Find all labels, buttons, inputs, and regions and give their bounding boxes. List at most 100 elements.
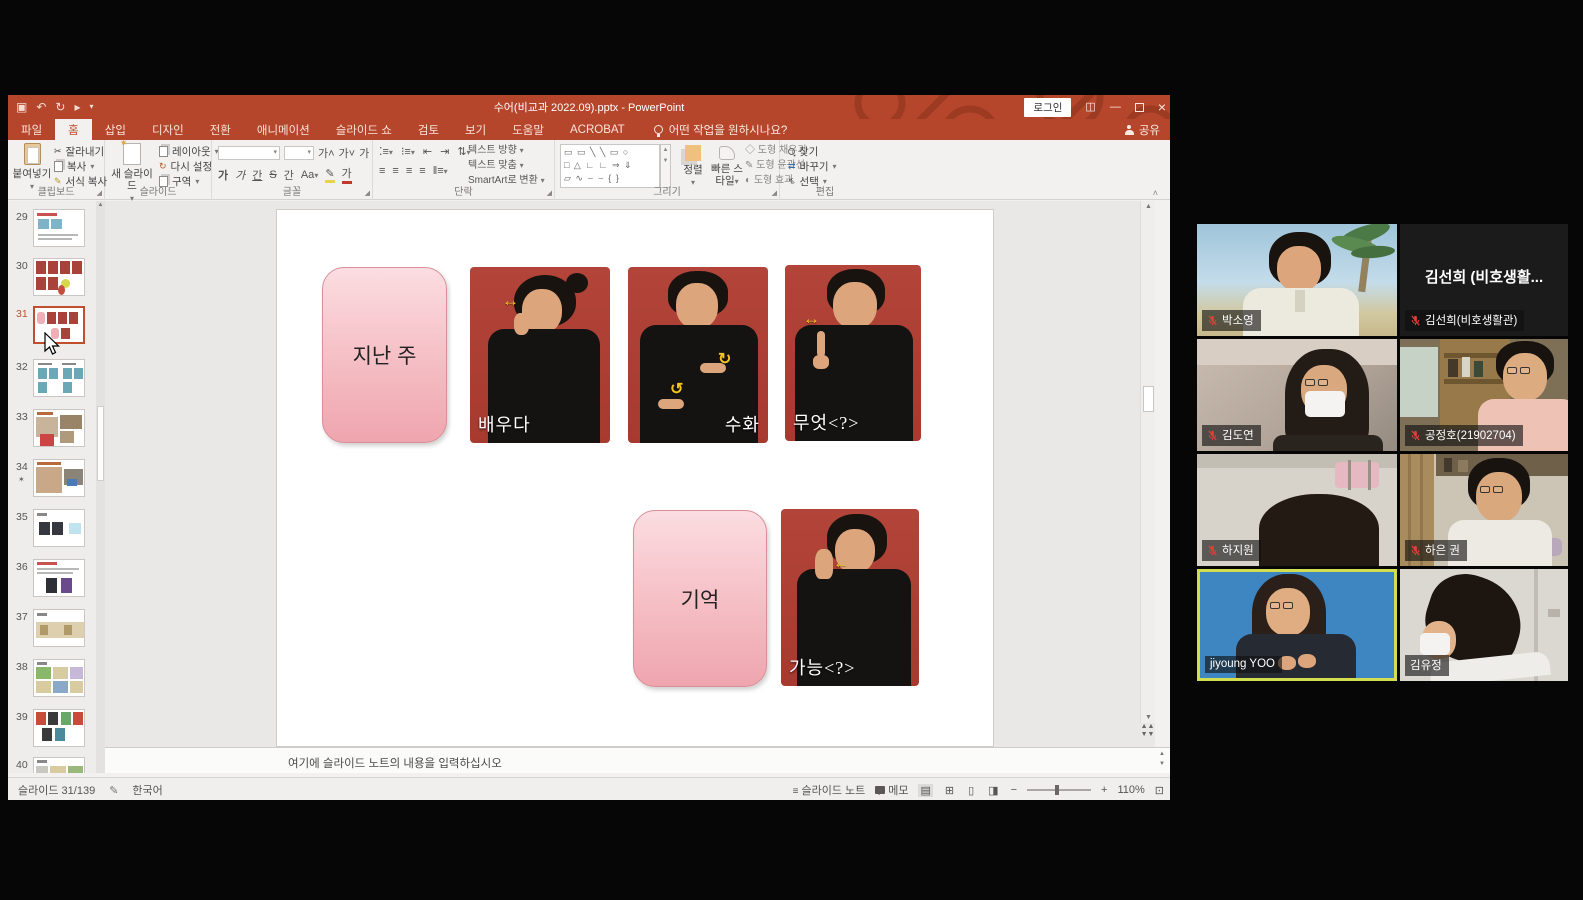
share-button[interactable]: 공유 xyxy=(1125,119,1160,140)
tab-help[interactable]: 도움말 xyxy=(499,119,557,140)
increase-indent-button[interactable]: ⇥ xyxy=(440,145,449,158)
sign-photo-sign-language[interactable]: ↻ ↺ 수화 xyxy=(628,267,768,443)
participant-video-7-active-speaker[interactable]: jiyoung YOO xyxy=(1197,569,1397,681)
participant-video-6[interactable]: 하은 권 xyxy=(1400,454,1568,566)
reset-button[interactable]: ↻다시 설정 xyxy=(159,159,219,174)
tab-slideshow[interactable]: 슬라이드 쇼 xyxy=(323,119,405,140)
fit-to-window-button[interactable]: ⊡ xyxy=(1155,784,1164,797)
motion-arrow-icon: ↔ xyxy=(502,291,519,311)
scroll-up-icon[interactable]: ▲ xyxy=(96,202,105,208)
replace-icon: ⇄ xyxy=(788,161,796,172)
shape-gallery[interactable]: ▭ ▭ ╲ ╲ ▭ ○ □ △ ∟ ∟ ⇒ ⇓ ▱ ∿ ⌣ ⌣ { } xyxy=(560,144,660,188)
replace-button[interactable]: ⇄바꾸기▾ xyxy=(788,159,837,174)
slide-sorter-view-button[interactable]: ⊞ xyxy=(943,784,956,797)
shrink-font-button[interactable]: 가˅ xyxy=(339,145,356,161)
quick-styles-button[interactable]: 빠른 스타일▾ xyxy=(710,143,744,187)
participant-video-8[interactable]: 김유정 xyxy=(1400,569,1568,681)
tab-design[interactable]: 디자인 xyxy=(139,119,197,140)
align-text-button[interactable]: 텍스트 맞춤 ▾ xyxy=(468,158,545,173)
proofing-icon[interactable]: ✎ xyxy=(109,784,118,797)
find-button[interactable]: 찾기 xyxy=(788,144,837,159)
justify-button[interactable]: ≡ xyxy=(419,165,425,177)
tab-review[interactable]: 검토 xyxy=(405,119,452,140)
text-card-last-week[interactable]: 지난 주 xyxy=(322,267,447,443)
prev-next-slide-buttons[interactable]: ▲▲▼▼ xyxy=(1140,723,1155,747)
cut-button[interactable]: ✂잘라내기 xyxy=(54,144,107,159)
font-name-combobox[interactable] xyxy=(218,146,280,160)
layout-button[interactable]: 레이아웃▾ xyxy=(159,144,219,159)
tab-home[interactable]: 홈 xyxy=(55,119,92,140)
zoom-level[interactable]: 110% xyxy=(1117,784,1144,796)
char-spacing-button[interactable]: 간 xyxy=(284,167,294,183)
notes-pane[interactable]: 여기에 슬라이드 노트의 내용을 입력하십시오 ▲▼ xyxy=(105,747,1170,773)
tab-animations[interactable]: 애니메이션 xyxy=(244,119,323,140)
clipboard-dialog-launcher[interactable]: ◢ xyxy=(97,189,102,197)
notes-scroll-buttons[interactable]: ▲▼ xyxy=(1156,750,1168,769)
minimize-button[interactable]: — xyxy=(1110,102,1121,113)
tab-insert[interactable]: 삽입 xyxy=(92,119,139,140)
zoom-in-button[interactable]: + xyxy=(1101,784,1107,796)
scrollbar-thumb[interactable] xyxy=(1143,386,1154,412)
ribbon-display-options-icon[interactable]: ◫ xyxy=(1085,102,1095,113)
participant-video-4[interactable]: 공정호(21902704) xyxy=(1400,339,1568,451)
shadow-button[interactable]: S xyxy=(269,169,276,181)
bullets-button[interactable]: ⁚≡▾ xyxy=(379,145,393,158)
tab-acrobat[interactable]: ACROBAT xyxy=(557,119,638,140)
drawing-dialog-launcher[interactable]: ◢ xyxy=(772,189,777,197)
tab-view[interactable]: 보기 xyxy=(452,119,499,140)
align-right-button[interactable]: ≡ xyxy=(406,165,412,177)
grow-font-button[interactable]: 가˄ xyxy=(318,145,335,161)
columns-button[interactable]: ‖≡▾ xyxy=(433,165,448,177)
sign-photo-learn[interactable]: ↔ 배우다 xyxy=(470,267,610,443)
change-case-button[interactable]: Aa▾ xyxy=(301,169,318,181)
scroll-down-icon[interactable]: ▼ xyxy=(1141,714,1156,721)
font-size-combobox[interactable] xyxy=(284,146,314,160)
scroll-up-icon[interactable]: ▲ xyxy=(1141,203,1156,210)
close-button[interactable]: × xyxy=(1158,100,1166,114)
slide-number: 32 xyxy=(16,361,28,373)
slide-scrollbar[interactable]: ▲ ▼ xyxy=(1140,201,1155,723)
align-left-button[interactable]: ≡ xyxy=(379,165,385,177)
italic-button[interactable]: 가 xyxy=(235,167,245,183)
font-dialog-launcher[interactable]: ◢ xyxy=(365,189,370,197)
clear-format-button[interactable]: 가 xyxy=(359,145,369,161)
notes-toggle-button[interactable]: ≡슬라이드 노트 xyxy=(793,782,866,798)
participant-video-1[interactable]: 박소영 xyxy=(1197,224,1397,336)
scrollbar-thumb[interactable] xyxy=(97,406,104,481)
tell-me-box[interactable]: 어떤 작업을 원하시나요? xyxy=(654,119,788,140)
comments-toggle-button[interactable]: 메모 xyxy=(875,782,908,798)
login-button[interactable]: 로그인 xyxy=(1024,98,1071,117)
thumbnail-preview xyxy=(33,258,85,296)
thumbnail-scrollbar[interactable]: ▲ xyxy=(96,201,105,773)
slide-number: 29 xyxy=(16,211,28,223)
normal-view-button[interactable]: ▤ xyxy=(918,784,932,797)
participant-video-3[interactable]: 김도연 xyxy=(1197,339,1397,451)
sign-photo-what[interactable]: ↔ 무엇<?> xyxy=(785,265,921,441)
text-card-memory[interactable]: 기억 xyxy=(633,510,767,687)
participant-video-5[interactable]: 하지원 xyxy=(1197,454,1397,566)
highlight-color-button[interactable]: ✎ xyxy=(325,167,334,183)
shape-gallery-scroll[interactable]: ▲▼ xyxy=(660,144,671,188)
zoom-slider-thumb[interactable] xyxy=(1055,785,1059,795)
paragraph-dialog-launcher[interactable]: ◢ xyxy=(547,189,552,197)
zoom-slider[interactable] xyxy=(1027,789,1091,791)
underline-button[interactable]: 간 xyxy=(252,167,262,183)
decrease-indent-button[interactable]: ⇤ xyxy=(423,145,432,158)
participant-video-2[interactable]: 김선희 (비호생활... 김선희(비호생활관) xyxy=(1400,224,1568,336)
tab-transitions[interactable]: 전환 xyxy=(197,119,244,140)
bold-button[interactable]: 가 xyxy=(218,167,228,183)
sign-photo-possible[interactable]: ← 가능<?> xyxy=(781,509,919,686)
text-direction-button[interactable]: 텍스트 방향 ▾ xyxy=(468,143,545,158)
slideshow-view-button[interactable]: ◨ xyxy=(986,784,1000,797)
tab-file[interactable]: 파일 xyxy=(8,119,55,140)
numbering-button[interactable]: ⁝≡▾ xyxy=(401,145,415,158)
copy-button[interactable]: 복사▾ xyxy=(54,159,107,174)
collapse-ribbon-button[interactable]: ˄ xyxy=(1153,188,1158,198)
arrange-button[interactable]: 정렬▾ xyxy=(677,143,709,188)
font-color-button[interactable]: 가 xyxy=(342,165,352,184)
align-center-button[interactable]: ≡ xyxy=(392,165,398,177)
reading-view-button[interactable]: ▯ xyxy=(966,784,976,797)
language-indicator[interactable]: 한국어 xyxy=(132,782,162,798)
maximize-button[interactable] xyxy=(1135,103,1144,112)
zoom-out-button[interactable]: − xyxy=(1011,784,1017,796)
